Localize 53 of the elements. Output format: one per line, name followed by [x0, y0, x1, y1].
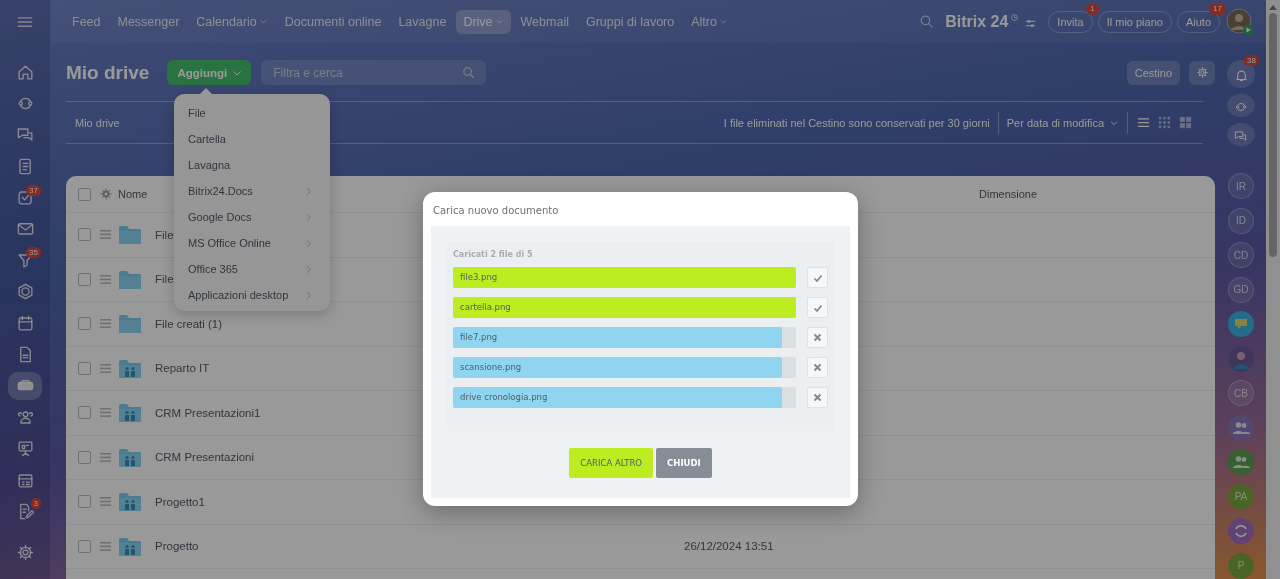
column-header: Dimensione [979, 188, 1038, 200]
menu-item[interactable]: Google Docs [174, 204, 330, 230]
page-title: Mio drive [66, 61, 150, 84]
menu-item[interactable]: Bitrix24.Docs [174, 178, 330, 204]
menu-item[interactable]: MS Office Online [174, 230, 330, 256]
file-name: scansione.png [460, 361, 522, 374]
file-name: drive cronologia.png [460, 391, 548, 404]
initials-avatar[interactable]: P [1228, 553, 1254, 579]
file-name: cartella.png [460, 301, 511, 314]
dialog-title: Carica nuovo documento [433, 205, 560, 216]
file-name[interactable]: File [155, 228, 174, 241]
count-badge: 3 [30, 498, 41, 510]
nav-tab[interactable]: Altro [684, 9, 735, 34]
count-badge: 17 [1209, 2, 1226, 15]
file-name[interactable]: Progetto1 [155, 495, 205, 508]
nav-tab[interactable]: Messenger [110, 9, 187, 34]
file-name[interactable]: CRM Presentazioni1 [155, 406, 261, 419]
file-name[interactable]: Reparto IT [155, 362, 210, 375]
file-name: file3.png [460, 271, 498, 284]
menu-item[interactable]: Office 365 [174, 256, 330, 282]
file-name[interactable]: CRM Presentazioni [155, 451, 255, 464]
sort-dropdown[interactable]: Per data di modifica [1006, 116, 1119, 129]
nav-tab[interactable]: Feed [65, 9, 108, 34]
file-name[interactable]: Progetto [155, 540, 199, 553]
sidebar-item[interactable]: 37 [8, 183, 42, 212]
nav-tab[interactable]: Documenti online [277, 9, 389, 34]
modified-date: 26/12/2024 13:51 [684, 540, 775, 553]
menu-item[interactable]: Applicazioni desktop [174, 282, 330, 308]
trash-notice: I file eliminati nel Cestino sono conservati per 30 giorni [723, 116, 990, 129]
logo: Bitrix 24 [945, 12, 1009, 31]
nav-tab[interactable]: Webmail [513, 9, 576, 34]
menu-item[interactable]: Lavagna [174, 152, 330, 178]
count-badge: 37 [26, 184, 41, 196]
count-badge: 35 [26, 247, 41, 259]
sidebar-item[interactable]: 35 [8, 246, 42, 275]
add-button[interactable]: Aggiungi [167, 60, 252, 85]
count-badge: 38 [1244, 55, 1259, 66]
menu-item[interactable]: Cartella [174, 126, 330, 152]
upload-more-button[interactable]: CARICA ALTRO [569, 448, 654, 478]
upload-status: Caricati 2 file di 5 [453, 250, 534, 259]
breadcrumb[interactable]: Mio drive [75, 116, 120, 129]
nav-tab[interactable]: Lavagne [391, 9, 454, 34]
file-name[interactable]: File [155, 273, 174, 286]
sidebar-item[interactable]: 3 [8, 497, 42, 526]
column-header: Nome [118, 188, 148, 200]
nav-tab[interactable]: Gruppi di lavoro [578, 9, 682, 34]
menu-item[interactable]: File [174, 100, 330, 126]
initials-avatar[interactable]: PA [1228, 484, 1254, 510]
close-button[interactable]: CHIUDI [656, 448, 712, 478]
file-name: file7.png [460, 331, 498, 344]
count-badge: 1 [1086, 2, 1099, 15]
nav-tab[interactable]: Calendario [189, 9, 275, 34]
file-name[interactable]: File creati (1) [155, 317, 223, 330]
